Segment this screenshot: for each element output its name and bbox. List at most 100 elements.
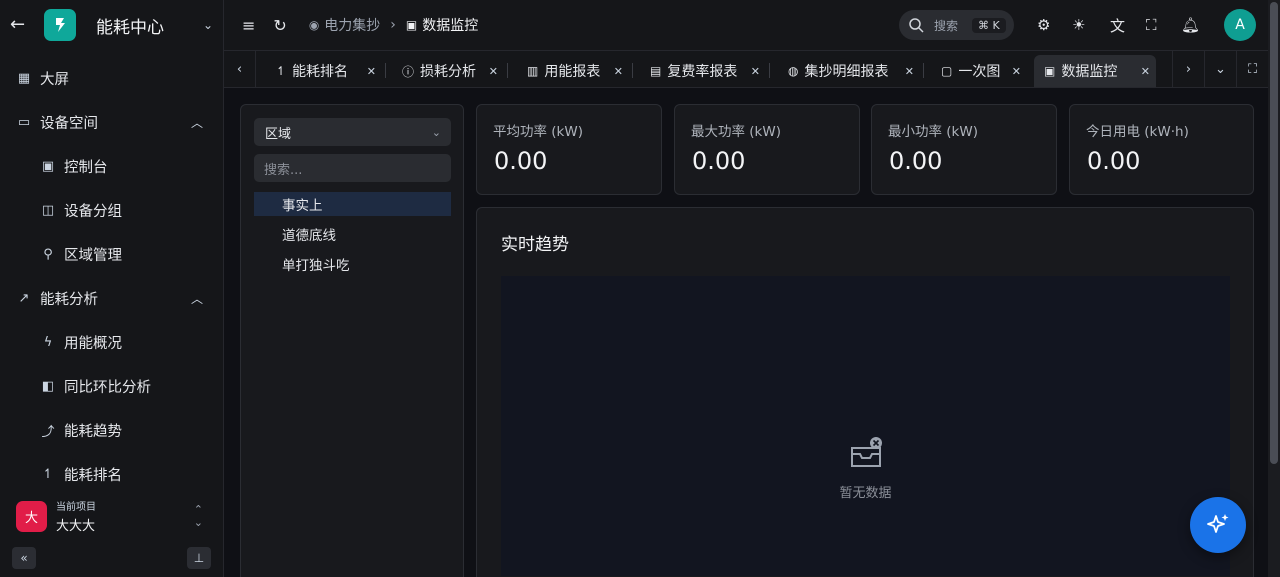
project-caption: 当前项目 [56, 502, 96, 513]
tab-data-monitoring[interactable]: ▣ 数据监控 ✕ [1034, 55, 1156, 87]
back-arrow-icon[interactable]: ← [10, 16, 28, 34]
stat-card-max-power: 最大功率 (kW) 0.00 [674, 104, 860, 195]
tab-energy-ranking[interactable]: ↿ 能耗排名 ✕ [266, 55, 382, 87]
stat-label: 最小功率 (kW) [888, 124, 978, 140]
top-header: ≡ ↻ ◉ 电力集抄 › ▣ 数据监控 搜索 ⌘ K ⚙ ☀ 文 ⛶ 🔔︎ A [224, 0, 1268, 50]
tab-label: 能耗排名 [292, 64, 349, 80]
tree-node[interactable]: 单打独斗吃 [254, 252, 451, 276]
chart-line-icon: ↗ [18, 290, 30, 306]
location-icon: ⚲ [43, 246, 53, 262]
sidebar-item-energy-analysis[interactable]: ↗ 能耗分析 ︿ [0, 276, 223, 320]
tab-energy-report[interactable]: ▥ 用能报表 ✕ [517, 55, 629, 87]
pin-icon[interactable]: ⊥ [187, 547, 211, 569]
tab-scroll-left-icon[interactable]: ‹ [224, 51, 256, 88]
sidebar-item-yoy-analysis[interactable]: ◧ 同比环比分析 [0, 364, 223, 408]
sidebar-item-device-space[interactable]: ▭ 设备空间 ︿ [0, 100, 223, 144]
project-avatar: 大 [16, 500, 47, 532]
tab-divider [923, 63, 924, 78]
sidebar-item-label: 能耗分析 [40, 291, 98, 308]
close-icon[interactable]: ✕ [367, 65, 376, 78]
tab-label: 复费率报表 [667, 64, 738, 80]
close-icon[interactable]: ✕ [751, 65, 760, 78]
compare-icon: ◧ [41, 378, 55, 394]
close-icon[interactable]: ✕ [905, 65, 914, 78]
main-content: 区域 ⌄ 搜索... 事实上 道德底线 单打独斗吃 平均功率 (kW) 0.00… [224, 88, 1268, 577]
chevron-down-icon[interactable]: ⌄ [203, 18, 213, 32]
gear-icon[interactable]: ⚙ [1037, 0, 1050, 50]
tab-scroll-right-icon[interactable]: › [1172, 51, 1204, 88]
bolt-circle-icon: ◉ [308, 18, 320, 32]
tab-meter-detail-report[interactable]: ◍ 集抄明细报表 ✕ [778, 55, 920, 87]
sidebar-item-area-management[interactable]: ⚲ 区域管理 [0, 232, 223, 276]
close-icon[interactable]: ✕ [1141, 65, 1150, 78]
close-icon[interactable]: ✕ [1012, 65, 1021, 78]
area-tree-panel: 区域 ⌄ 搜索... 事实上 道德底线 单打独斗吃 [240, 104, 464, 577]
area-selector[interactable]: 区域 ⌄ [254, 118, 451, 146]
refresh-icon[interactable]: ↻ [273, 16, 286, 35]
tab-label: 用能报表 [544, 64, 601, 80]
sidebar-menu: ▦ 大屏 ▭ 设备空间 ︿ ▣ 控制台 ◫ 设备分组 ⚲ 区域管理 ↗ 能耗分析… [0, 50, 223, 496]
stat-value: 0.00 [692, 147, 746, 175]
tab-divider [632, 63, 633, 78]
tab-label: 数据监控 [1061, 64, 1118, 80]
global-search[interactable]: 搜索 ⌘ K [899, 10, 1014, 40]
menu-icon[interactable]: ≡ [242, 16, 255, 35]
sidebar-item-label: 控制台 [64, 159, 108, 176]
tab-menu-chevron-down-icon[interactable]: ⌄ [1204, 51, 1236, 88]
breadcrumb-current: 数据监控 [422, 18, 479, 34]
sidebar-item-energy-trend[interactable]: ⤴ 能耗趋势 [0, 408, 223, 452]
device-icon: ▭ [17, 114, 31, 130]
chevron-down-icon: ⌄ [431, 125, 441, 139]
sidebar-footer: « ⊥ [0, 541, 223, 577]
ai-assistant-button[interactable] [1190, 497, 1246, 553]
tab-loss-analysis[interactable]: ⓘ 损耗分析 ✕ [392, 55, 504, 87]
theme-sun-icon[interactable]: ☀ [1072, 0, 1085, 50]
group-icon: ◫ [41, 202, 55, 218]
bolt-icon: ϟ [43, 334, 53, 350]
trend-title: 实时趋势 [501, 235, 569, 255]
close-icon[interactable]: ✕ [489, 65, 498, 78]
page-scrollbar[interactable] [1268, 0, 1280, 577]
app-logo [44, 9, 76, 41]
tab-label: 损耗分析 [420, 64, 477, 80]
project-switcher[interactable]: 大 当前项目 大大大 ⌃ ⌄ [0, 491, 223, 541]
stat-card-avg-power: 平均功率 (kW) 0.00 [476, 104, 662, 195]
sidebar-item-label: 同比环比分析 [64, 379, 151, 396]
empty-state: 暂无数据 [501, 436, 1230, 501]
sidebar-item-console[interactable]: ▣ 控制台 [0, 144, 223, 188]
translate-icon[interactable]: 文 [1110, 0, 1125, 50]
bell-icon[interactable]: 🔔︎ [1181, 0, 1200, 50]
close-icon[interactable]: ✕ [614, 65, 623, 78]
breadcrumb-item[interactable]: 电力集抄 [324, 15, 380, 35]
dashboard-icon: ▦ [17, 70, 31, 86]
user-avatar[interactable]: A [1224, 9, 1256, 41]
chevron-up-icon: ︿ [190, 291, 203, 306]
scrollbar-thumb[interactable] [1270, 2, 1278, 464]
stat-card-today-energy: 今日用电 (kW·h) 0.00 [1069, 104, 1254, 195]
tree-node[interactable]: 道德底线 [254, 222, 451, 246]
tree-node[interactable]: 事实上 [254, 192, 451, 216]
area-selector-value: 区域 [265, 126, 292, 142]
stat-value: 0.00 [889, 147, 943, 175]
monitor-icon: ▣ [1044, 64, 1056, 78]
collapse-sidebar-button[interactable]: « [12, 547, 36, 569]
stat-card-min-power: 最小功率 (kW) 0.00 [871, 104, 1057, 195]
fullscreen-icon[interactable]: ⛶ [1146, 0, 1157, 50]
chevron-updown-icon: ⌃ ⌄ [193, 503, 203, 529]
sidebar-item-device-group[interactable]: ◫ 设备分组 [0, 188, 223, 232]
sidebar-item-dashboard[interactable]: ▦ 大屏 [0, 56, 223, 100]
file-icon: ▢ [941, 64, 953, 78]
search-placeholder: 搜索 [934, 18, 959, 33]
tab-single-line-diagram[interactable]: ▢ 一次图 ✕ [931, 55, 1027, 87]
sidebar-item-label: 能耗趋势 [64, 423, 122, 440]
sidebar-item-energy-overview[interactable]: ϟ 用能概况 [0, 320, 223, 364]
stat-label: 今日用电 (kW·h) [1086, 124, 1189, 140]
tab-multi-rate-report[interactable]: ▤ 复费率报表 ✕ [640, 55, 766, 87]
sidebar-item-label: 设备空间 [40, 115, 98, 132]
app-name: 能耗中心 [96, 17, 164, 38]
tree-search-input[interactable]: 搜索... [254, 154, 451, 182]
sidebar-item-energy-ranking[interactable]: ↿ 能耗排名 [0, 452, 223, 496]
sidebar: ← 能耗中心 ⌄ ▦ 大屏 ▭ 设备空间 ︿ ▣ 控制台 ◫ 设备分组 ⚲ 区域… [0, 0, 224, 577]
realtime-trend-card: 实时趋势 暂无数据 [476, 207, 1254, 577]
maximize-icon[interactable]: ⛶ [1236, 51, 1268, 88]
